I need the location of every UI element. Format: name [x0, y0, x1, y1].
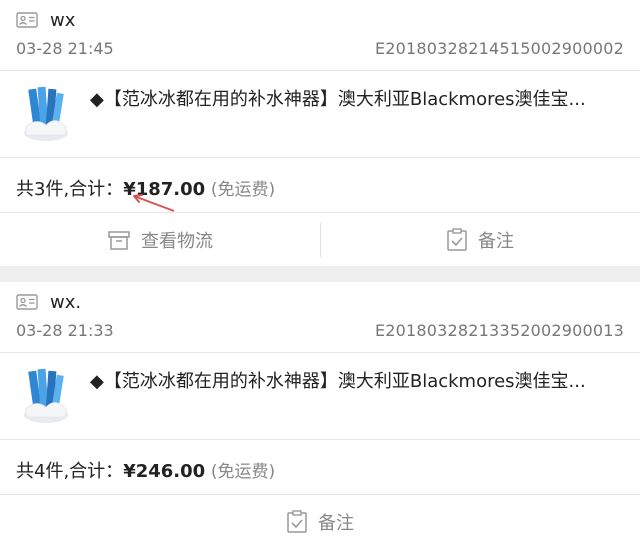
note-button[interactable]: 备注 [320, 213, 640, 267]
shipping-note: (免运费) [210, 180, 276, 200]
order-item[interactable]: ◆【范冰冰都在用的补水神器】澳大利亚Blackmores澳佳宝... [0, 353, 640, 440]
view-logistics-button[interactable]: 查看物流 [0, 213, 320, 267]
order-card[interactable]: wx. 03-28 21:33 E20180328213352002900013… [0, 282, 640, 552]
order-header: wx 03-28 21:45 E20180328214515002900002 [0, 0, 640, 71]
buyer-name: wx [50, 10, 76, 31]
order-time: 03-28 21:45 [16, 39, 114, 58]
order-time: 03-28 21:33 [16, 321, 114, 340]
summary-text: 共4件,合计：¥246.00 (免运费) [16, 457, 275, 483]
id-card-icon [16, 12, 38, 28]
order-summary: 共4件,合计：¥246.00 (免运费) [0, 440, 640, 495]
product-thumbnail[interactable] [16, 83, 76, 145]
order-item[interactable]: ◆【范冰冰都在用的补水神器】澳大利亚Blackmores澳佳宝... [0, 71, 640, 158]
buyer-name: wx. [50, 292, 82, 313]
summary-count: 共3件,合计： [16, 179, 124, 200]
order-header: wx. 03-28 21:33 E20180328213352002900013 [0, 282, 640, 353]
note-label: 备注 [478, 231, 514, 252]
shipping-note: (免运费) [210, 462, 276, 482]
order-card[interactable]: wx 03-28 21:45 E20180328214515002900002 … [0, 0, 640, 266]
order-number: E20180328214515002900002 [374, 39, 624, 58]
order-actions: 备注 [0, 495, 640, 549]
id-card-icon [16, 294, 38, 310]
card-separator [0, 266, 640, 282]
product-title[interactable]: ◆【范冰冰都在用的补水神器】澳大利亚Blackmores澳佳宝... [90, 85, 610, 111]
order-total: ¥246.00 [123, 461, 206, 482]
order-actions: 查看物流 备注 [0, 213, 640, 267]
note-button[interactable]: 备注 [0, 495, 640, 549]
summary-count: 共4件,合计： [16, 461, 124, 482]
order-number: E20180328213352002900013 [374, 321, 624, 340]
product-title[interactable]: ◆【范冰冰都在用的补水神器】澳大利亚Blackmores澳佳宝... [90, 367, 610, 393]
clipboard-check-icon [447, 228, 467, 251]
note-label: 备注 [318, 513, 354, 534]
red-arrow-icon [133, 194, 175, 212]
product-thumbnail[interactable] [16, 365, 76, 427]
clipboard-check-icon [287, 510, 307, 533]
box-icon [108, 231, 130, 250]
order-summary: 共3件,合计：¥187.00 (免运费) [0, 158, 640, 213]
view-logistics-label: 查看物流 [141, 231, 213, 252]
